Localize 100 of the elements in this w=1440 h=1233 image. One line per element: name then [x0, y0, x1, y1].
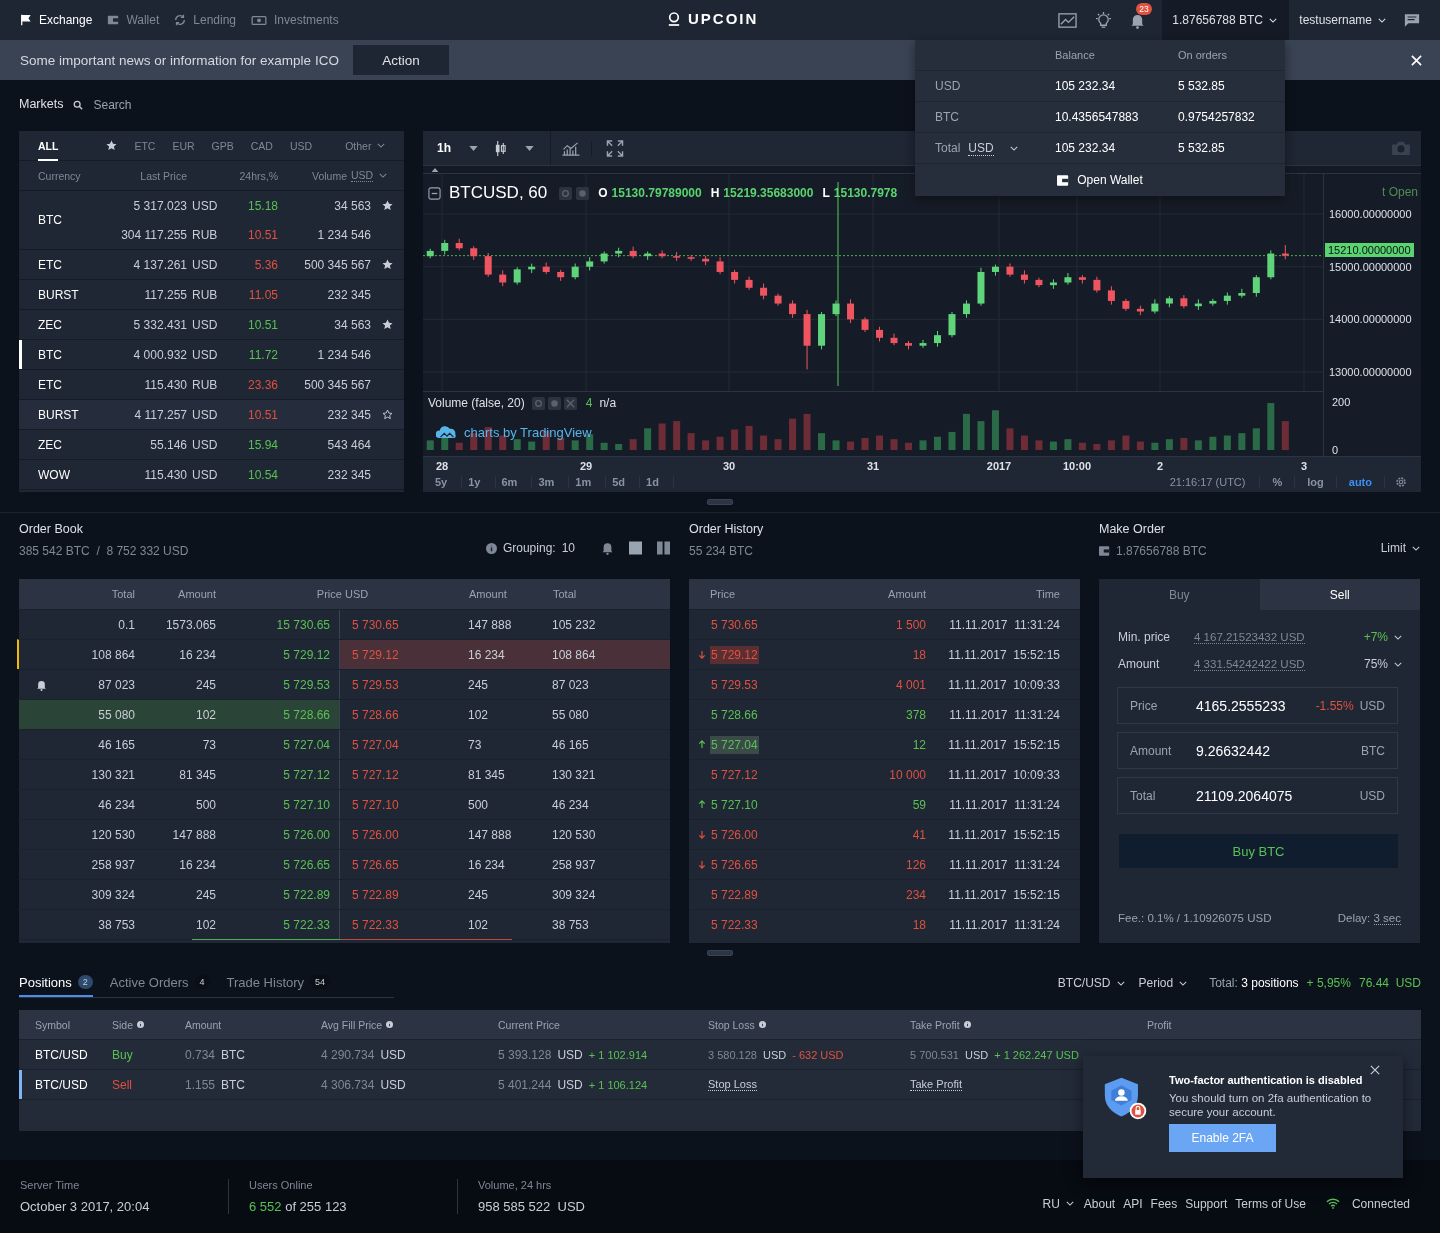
set-link[interactable]: Stop Loss [708, 1078, 757, 1091]
order-row[interactable]: 108 864 16 234 5 729.12 5 729.12 16 234 108 864 [17, 639, 670, 669]
language-dropdown[interactable]: RU [1042, 1196, 1074, 1211]
footer-link[interactable]: API [1123, 1196, 1143, 1211]
single-view-icon[interactable] [629, 541, 642, 555]
close-icon[interactable] [1370, 1065, 1380, 1075]
gear-icon[interactable] [547, 396, 561, 410]
input-field[interactable]: Total 21109.2064075 USD [1117, 777, 1398, 814]
tab[interactable]: Active Orders 4 [109, 971, 210, 997]
open-wallet-button[interactable]: Open Wallet [1057, 173, 1143, 187]
order-row[interactable]: 46 165 73 5 727.04 5 727.04 73 46 165 [17, 729, 670, 759]
market-row[interactable]: ETC 4 137.261 USD 5.36 500 345 567 [19, 250, 404, 280]
filter-dropdown[interactable]: Period [1138, 976, 1188, 990]
tab[interactable]: Trade History 54 [226, 971, 331, 997]
order-row[interactable]: 0.1 1573.065 15 730.65 5 730.65 147 888 105 232 [17, 609, 670, 639]
filter-tab[interactable]: ETC [134, 131, 156, 161]
info-icon[interactable] [485, 542, 497, 554]
settings-icon[interactable] [1395, 476, 1407, 488]
resize-handle[interactable] [707, 499, 733, 505]
star-icon[interactable] [382, 319, 393, 330]
percent-dropdown[interactable]: 75% [1363, 657, 1402, 671]
info-icon[interactable] [758, 1021, 766, 1028]
order-row[interactable]: 120 530 147 888 5 726.00 5 726.00 147 888 120 530 [17, 819, 670, 849]
market-row[interactable]: BTC 4 000.932 USD 11.72 1 234 546 [19, 340, 404, 370]
action-button[interactable]: Action [352, 45, 449, 75]
range-button[interactable]: 5y [429, 476, 463, 488]
input-field[interactable]: Amount 9.26632442 BTC [1117, 732, 1398, 769]
star-icon[interactable] [382, 259, 393, 270]
range-button[interactable]: 3m [532, 476, 570, 488]
filter-tab[interactable]: EUR [172, 131, 195, 161]
gear-icon[interactable] [576, 186, 590, 200]
range-button[interactable]: 5d [606, 476, 641, 488]
eye-icon[interactable] [559, 186, 573, 200]
market-row[interactable]: BTC 5 317.023 USD 15.18 34 563 304 117.255 RUB 10.51 1 234 546 [19, 191, 404, 250]
market-row[interactable]: BURST 117.255 RUB 11.05 232 345 [19, 280, 404, 310]
order-row[interactable]: 87 023 245 5 729.53 5 729.53 245 87 023 [17, 669, 670, 699]
order-row[interactable]: 55 080 102 5 728.66 5 728.66 102 55 080 [17, 699, 670, 729]
filter-tab[interactable]: GPB [211, 131, 234, 161]
star-icon[interactable] [382, 200, 393, 211]
credit-link[interactable]: charts by TradingView [464, 425, 592, 441]
footer-link[interactable]: Support [1185, 1196, 1228, 1211]
info-icon[interactable] [963, 1021, 971, 1028]
market-row[interactable]: ZEC 5 332.431 USD 10.51 34 563 [19, 310, 404, 340]
range-button[interactable]: 1m [569, 476, 607, 488]
scale-button[interactable]: log [1295, 476, 1337, 488]
filter-dropdown[interactable]: Other [345, 131, 386, 161]
market-row[interactable]: BURST 4 117.257 USD 10.51 232 345 [19, 400, 404, 430]
balance-dropdown[interactable]: 1.87656788 BTC [1162, 0, 1290, 40]
order-row[interactable]: 258 937 16 234 5 726.65 5 726.65 16 234 258 937 [17, 849, 670, 879]
input-field[interactable]: Price 4165.2555233 -1.55% USD [1117, 687, 1398, 724]
lightbulb-icon[interactable] [1094, 11, 1114, 29]
range-button[interactable]: 1d [640, 476, 674, 488]
range-button[interactable]: 6m [495, 476, 533, 488]
tab[interactable]: Positions 2 [19, 971, 93, 997]
side-tab[interactable]: Sell [1259, 579, 1420, 610]
bell-icon[interactable] [601, 541, 614, 555]
nav-link[interactable]: Lending [174, 13, 236, 27]
range-button[interactable]: 1y [462, 476, 496, 488]
info-icon[interactable] [137, 1021, 144, 1028]
search-field[interactable]: Search [93, 98, 194, 112]
market-row[interactable]: WOW 115.430 USD 10.54 232 345 [19, 460, 404, 490]
filter-tab[interactable]: USD [289, 131, 313, 161]
order-row[interactable]: 309 324 245 5 722.89 5 722.89 245 309 324 [17, 879, 670, 909]
interval-dropdown[interactable]: 1h [437, 131, 494, 165]
footer-link[interactable]: About [1083, 1196, 1116, 1211]
fullscreen-icon[interactable] [606, 139, 624, 157]
volume-unit-dropdown[interactable]: USD [351, 169, 404, 182]
order-row[interactable]: 38 753 102 5 722.33 5 722.33 102 38 753 [17, 909, 670, 939]
nav-link[interactable]: Exchange [20, 13, 93, 27]
logo[interactable]: UPCOIN [668, 10, 759, 27]
scale-button[interactable]: auto [1336, 476, 1385, 488]
filter-tab[interactable]: CAD [250, 131, 273, 161]
order-type-dropdown[interactable]: Limit [1380, 541, 1420, 555]
order-row[interactable]: 46 234 500 5 727.10 5 727.10 500 46 234 [17, 789, 670, 819]
collapse-icon[interactable] [428, 186, 441, 200]
grouping-value[interactable]: 10 [561, 541, 575, 555]
scale-button[interactable]: % [1260, 476, 1296, 488]
filter-tab[interactable]: ALL [38, 131, 59, 161]
bell-icon[interactable] [36, 678, 47, 691]
hint-value[interactable]: 4 167.21523432 USD [1194, 630, 1305, 644]
search-icon[interactable] [73, 100, 84, 110]
buy-button[interactable]: Buy BTC [1119, 834, 1398, 868]
set-link[interactable]: Take Profit [910, 1078, 962, 1091]
hint-value[interactable]: 4 331.54242422 USD [1194, 657, 1305, 671]
chat-icon[interactable] [1404, 11, 1420, 29]
currency-dropdown[interactable]: USD [968, 140, 1018, 156]
footer-link[interactable]: Fees [1150, 1196, 1178, 1211]
footer-link[interactable]: Terms of Use [1235, 1196, 1306, 1211]
percent-dropdown[interactable]: +7% [1363, 630, 1402, 644]
info-icon[interactable] [386, 1021, 394, 1028]
split-view-icon[interactable] [657, 541, 670, 555]
user-menu[interactable]: testusername [1289, 13, 1404, 27]
market-row[interactable]: ZEC 55.146 USD 15.94 543 464 [19, 430, 404, 460]
filter-dropdown[interactable]: BTC/USD [1057, 976, 1125, 990]
chart-icon[interactable] [1058, 11, 1078, 29]
eye-icon[interactable] [531, 396, 545, 410]
star-outline-icon[interactable] [382, 409, 393, 420]
nav-link[interactable]: Investments [251, 13, 339, 27]
order-row[interactable]: 130 321 81 345 5 727.12 5 727.12 81 345 130 321 [17, 759, 670, 789]
resize-handle[interactable] [707, 950, 733, 956]
